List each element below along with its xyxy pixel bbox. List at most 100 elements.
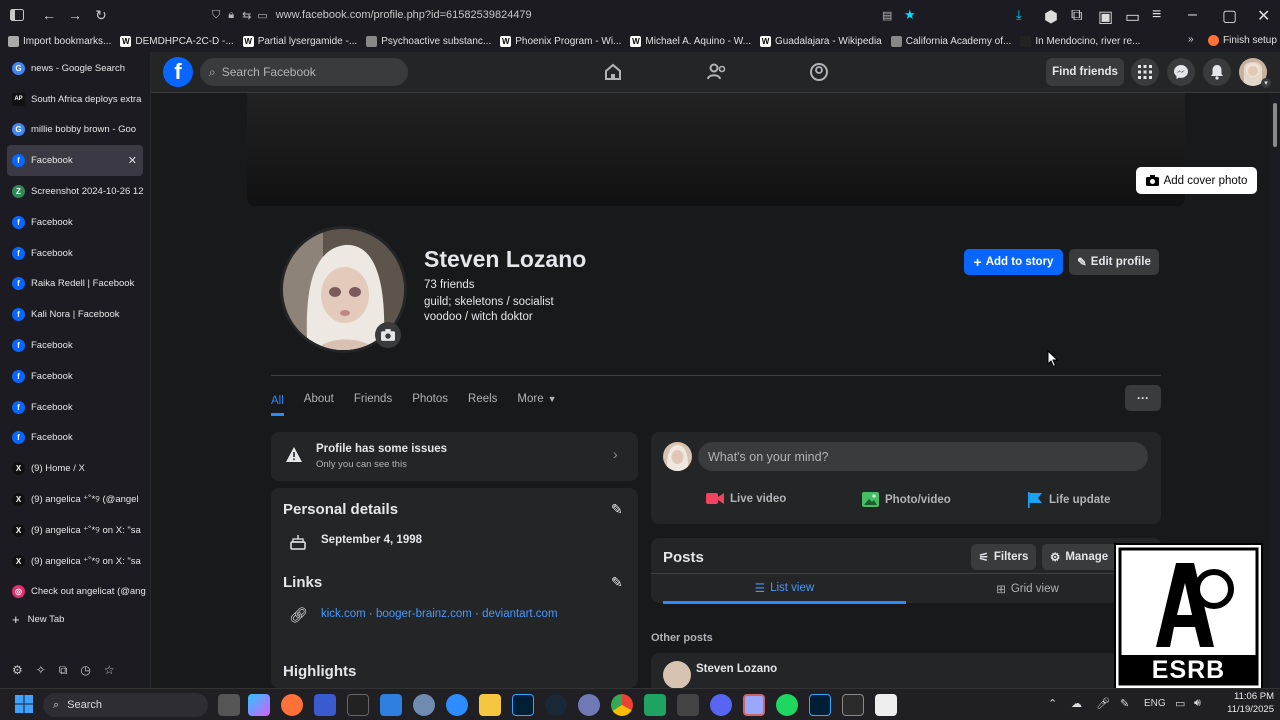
photo-video-button[interactable]: Photo/video — [862, 492, 951, 507]
chrome-icon[interactable] — [611, 694, 633, 716]
close-tab-icon[interactable]: ✕ — [128, 154, 137, 167]
clock-time[interactable]: 11:06 PM — [1218, 691, 1274, 702]
notepad-icon[interactable] — [743, 694, 765, 716]
back-icon[interactable]: ← — [36, 2, 62, 28]
app-icon-4[interactable] — [677, 694, 699, 716]
manage-posts-button[interactable]: ⚙ Manage — [1042, 544, 1124, 570]
sidebar-tab[interactable]: X (9) angelica ⁺˚*୨ (@angel — [0, 484, 150, 515]
taskbar-search[interactable]: ⌕ Search — [43, 693, 208, 717]
sidebar-tab[interactable]: f Facebook — [0, 330, 150, 361]
copilot-icon[interactable] — [248, 694, 270, 716]
sidebar-tab[interactable]: X (9) Home / X — [0, 453, 150, 484]
bookmark-star-icon[interactable]: ★ — [904, 7, 916, 23]
bookmarks-overflow-icon[interactable]: » — [1188, 34, 1194, 45]
edit-links-pencil-icon[interactable]: ✎ — [611, 574, 623, 591]
sidebar-tab[interactable]: f Facebook — [0, 238, 150, 269]
profile-issues-card[interactable]: Profile has some issues Only you can see… — [271, 432, 638, 481]
zoom-icon[interactable] — [446, 694, 468, 716]
edit-profile-button[interactable]: ✎ Edit profile — [1069, 249, 1159, 275]
tab-more[interactable]: More ▼ — [517, 385, 556, 413]
discord-icon[interactable] — [710, 694, 732, 716]
sidebar-tab[interactable]: f Facebook — [0, 361, 150, 392]
bookmark-item[interactable]: W Partial lysergamide -... — [242, 35, 357, 47]
mic-icon[interactable]: 🎤︎ — [1096, 697, 1110, 710]
app-icon-3[interactable] — [644, 694, 666, 716]
tab-photos[interactable]: Photos — [412, 385, 448, 413]
bookmark-item[interactable]: Psychoactive substanc... — [366, 35, 491, 47]
find-friends-button[interactable]: Find friends — [1046, 58, 1124, 86]
profile-more-options-button[interactable]: ··· — [1125, 385, 1161, 411]
minimize-icon[interactable]: – — [1188, 6, 1197, 24]
url-text[interactable]: www.facebook.com/profile.php?id=61582539… — [276, 9, 532, 21]
ai-icon[interactable]: ✧ — [36, 663, 46, 677]
sidebar-tab[interactable]: f Raika Redell | Facebook — [0, 269, 150, 300]
steam-icon[interactable] — [545, 694, 567, 716]
bookmark-item[interactable]: W Guadalajara - Wikipedia — [760, 35, 882, 47]
page-scrollbar[interactable] — [1270, 93, 1280, 688]
bookmark-item[interactable]: In Mendocino, river re... — [1020, 35, 1140, 47]
sidebar-toggle-icon[interactable] — [4, 2, 30, 28]
clock-date[interactable]: 11/19/2025 — [1218, 704, 1274, 715]
friends-icon[interactable] — [706, 62, 730, 84]
synced-tabs-icon[interactable]: ⧉ — [59, 663, 68, 678]
bookmark-item[interactable]: W Phoenix Program - Wi... — [500, 35, 621, 47]
sidebar-tab[interactable]: Gnews - Google Search — [0, 53, 150, 84]
notifications-bell-icon[interactable] — [1203, 58, 1231, 86]
window-icon[interactable]: ▭ — [1125, 7, 1140, 27]
settings-gear-icon[interactable] — [413, 694, 435, 716]
sidebar-tab[interactable]: f Facebook — [0, 207, 150, 238]
download-icon[interactable]: ⤓ — [1016, 7, 1022, 23]
photoshop-icon-2[interactable] — [809, 694, 831, 716]
reader-icon[interactable]: ▤ — [882, 9, 892, 22]
onedrive-icon[interactable]: ☁ — [1071, 697, 1082, 710]
sidebar-tab[interactable]: X (9) angelica ⁺˚*୨ on X: "sa — [0, 515, 150, 546]
facebook-search-input[interactable]: ⌕ Search Facebook — [200, 58, 408, 86]
volume-icon[interactable]: 🔊︎ — [1194, 697, 1201, 710]
network-icon[interactable]: ▭ — [1175, 697, 1185, 710]
friends-count[interactable]: 73 friends — [424, 279, 475, 291]
menu-grid-icon[interactable] — [1131, 58, 1159, 86]
shield-icon[interactable]: ⛉ — [212, 9, 220, 22]
photoshop-icon[interactable] — [512, 694, 534, 716]
task-view-icon[interactable] — [218, 694, 240, 716]
bookmark-item[interactable]: W Michael A. Aquino - W... — [630, 35, 751, 47]
home-icon[interactable] — [603, 62, 627, 84]
scrollbar-thumb[interactable] — [1273, 103, 1277, 147]
add-cover-photo-button[interactable]: Add cover photo — [1136, 167, 1257, 194]
sidebar-tab[interactable]: X (9) angelica ⁺˚*୨ on X: "sa — [0, 546, 150, 577]
sidebar-tab[interactable]: f Facebook ✕ — [7, 145, 143, 177]
container-icon[interactable]: ▣ — [1098, 7, 1113, 27]
menu-icon[interactable]: ≡ — [1152, 6, 1161, 24]
post-author-avatar[interactable] — [663, 661, 691, 688]
account-chevron-icon[interactable]: ▾ — [1261, 78, 1271, 88]
spotify-icon[interactable] — [776, 694, 798, 716]
app-icon-2[interactable] — [578, 694, 600, 716]
app-icon-5[interactable] — [875, 694, 897, 716]
url-bar[interactable]: ⛉ 🔒︎ ⇆ ▭ www.facebook.com/profile.php?id… — [212, 4, 932, 26]
new-tab-button[interactable]: + New Tab — [0, 607, 150, 631]
composer-avatar[interactable] — [663, 442, 692, 471]
bookmark-item[interactable]: W DEMDHPCA-2C-D -... — [120, 35, 234, 47]
sidebar-tab[interactable]: f Facebook — [0, 392, 150, 423]
sidebar-tab[interactable]: Z Screenshot 2024-10-26 12 — [0, 176, 150, 207]
settings-icon[interactable]: ⚙ — [12, 663, 23, 677]
bookmark-item[interactable]: Import bookmarks... — [8, 35, 111, 47]
grid-view-tab[interactable]: ⊞ Grid view — [906, 574, 1149, 604]
close-window-icon[interactable]: ✕ — [1257, 6, 1270, 26]
live-video-button[interactable]: Live video — [706, 492, 786, 505]
link-deviantart[interactable]: deviantart.com — [482, 608, 557, 620]
sidebar-tab[interactable]: f Kali Nora | Facebook — [0, 299, 150, 330]
whats-on-your-mind-input[interactable]: What's on your mind? — [698, 442, 1148, 471]
maximize-icon[interactable]: ▢ — [1222, 6, 1237, 26]
permissions-icon[interactable]: ⇆ — [242, 9, 251, 22]
add-to-story-button[interactable]: + Add to story — [964, 249, 1063, 275]
sidebar-tab[interactable]: AP South Africa deploys extra — [0, 84, 150, 115]
bookmarks-icon[interactable]: ☆ — [104, 663, 115, 677]
edit-details-pencil-icon[interactable]: ✎ — [611, 501, 623, 518]
audio-app-icon[interactable] — [347, 694, 369, 716]
tab-about[interactable]: About — [304, 385, 334, 413]
start-windows-icon[interactable] — [14, 694, 36, 716]
extensions-icon[interactable]: ⧉ — [1071, 7, 1082, 25]
bookmark-item[interactable]: California Academy of... — [890, 35, 1011, 47]
reload-icon[interactable]: ↻ — [88, 2, 114, 28]
